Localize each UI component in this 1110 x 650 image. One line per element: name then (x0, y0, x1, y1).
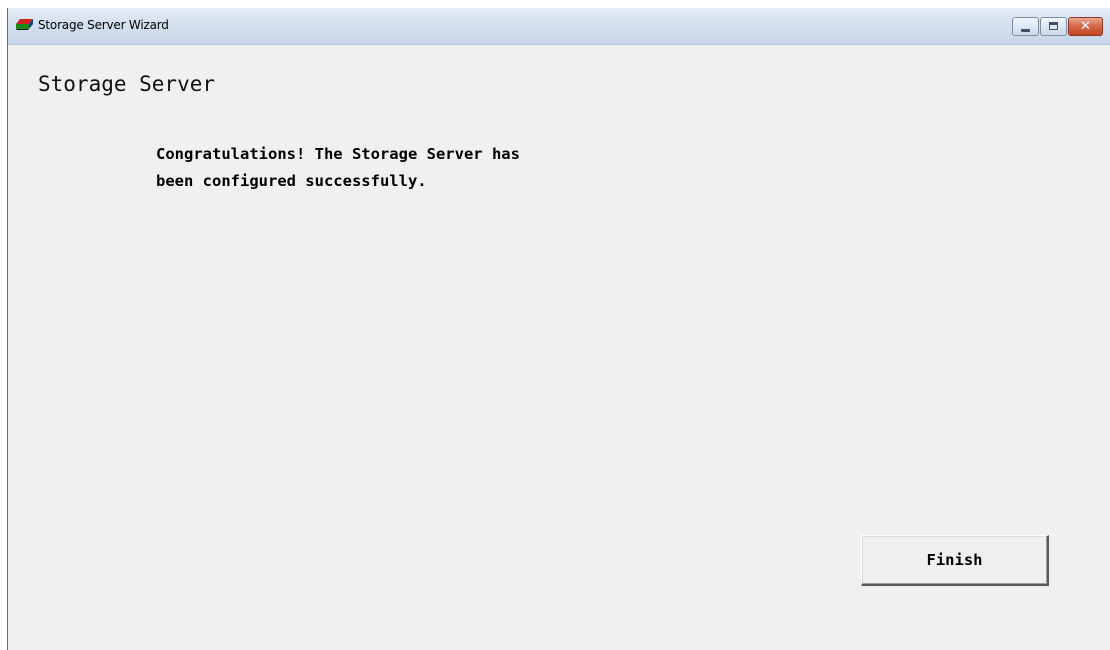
maximize-button[interactable] (1040, 17, 1067, 36)
page-heading: Storage Server (38, 72, 216, 96)
minimize-button[interactable] (1012, 17, 1039, 36)
finish-button[interactable]: Finish (861, 535, 1049, 586)
close-icon: ✕ (1080, 19, 1091, 34)
window-title: Storage Server Wizard (38, 18, 169, 32)
wizard-window: Storage Server Wizard ✕ Storage Server C… (7, 8, 1110, 650)
minimize-icon (1021, 29, 1030, 32)
caption-buttons: ✕ (1012, 17, 1103, 36)
message-line-1: Congratulations! The Storage Server has (156, 145, 520, 163)
storage-server-icon (16, 19, 33, 30)
message-line-2: been configured successfully. (156, 172, 427, 190)
success-message: Congratulations! The Storage Server has … (156, 141, 716, 195)
close-button[interactable]: ✕ (1068, 17, 1103, 36)
title-bar[interactable]: Storage Server Wizard ✕ (8, 8, 1110, 45)
maximize-icon (1049, 22, 1058, 30)
